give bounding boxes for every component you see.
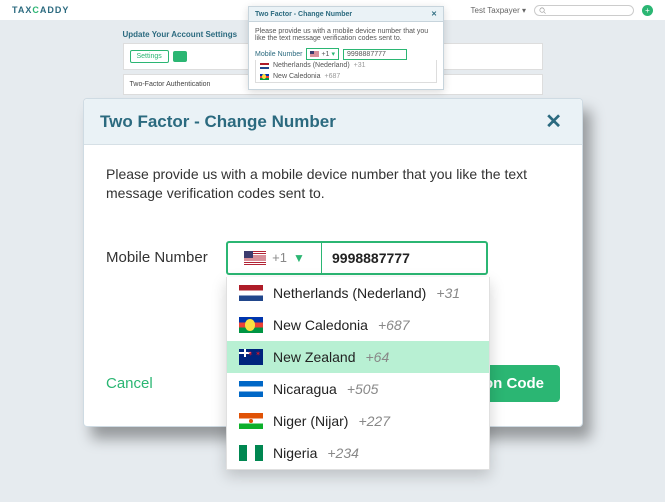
settings-chip[interactable] bbox=[173, 51, 187, 62]
settings-chip-outline[interactable]: Settings bbox=[130, 50, 169, 63]
us-flag-icon bbox=[244, 251, 266, 265]
country-dial-code: +31 bbox=[436, 285, 460, 301]
country-option[interactable]: Nicaragua +505 bbox=[227, 373, 489, 405]
nc-flag-icon bbox=[239, 317, 263, 333]
country-dial-code: +64 bbox=[366, 349, 390, 365]
nz-flag-icon bbox=[239, 349, 263, 365]
small-modal-close-icon[interactable]: ✕ bbox=[431, 10, 437, 18]
us-flag-icon bbox=[310, 51, 319, 57]
sm-country-option[interactable]: Netherlands (Nederland) +31 bbox=[256, 60, 436, 71]
country-name: New Caledonia bbox=[273, 317, 368, 333]
search-icon bbox=[539, 7, 546, 14]
country-dial-code: +234 bbox=[327, 445, 359, 461]
cancel-button[interactable]: Cancel bbox=[106, 375, 153, 392]
small-modal-title: Two Factor - Change Number bbox=[255, 11, 352, 18]
phone-input-group: +1 ▼ Netherlands (Nederland)+31New Caled… bbox=[226, 241, 488, 275]
modal-header: Two Factor - Change Number ✕ bbox=[84, 99, 582, 145]
twofa-label: Two-Factor Authentication bbox=[130, 81, 211, 88]
country-code-label: +1 bbox=[272, 250, 287, 265]
sm-country-code: +687 bbox=[324, 73, 340, 80]
small-modal-phone[interactable]: 9998887777 bbox=[343, 49, 407, 60]
country-name: Netherlands (Nederland) bbox=[273, 285, 426, 301]
ng-flag-icon bbox=[239, 445, 263, 461]
small-modal-code: +1 bbox=[321, 51, 329, 58]
brand-post: ADDY bbox=[40, 5, 70, 15]
sm-country-name: New Caledonia bbox=[273, 73, 320, 80]
country-name: Niger (Nijar) bbox=[273, 413, 348, 429]
sm-country-name: Netherlands (Nederland) bbox=[273, 62, 350, 69]
nc-flag-icon bbox=[260, 74, 269, 80]
country-code-selector[interactable]: +1 ▼ bbox=[228, 243, 322, 273]
chevron-down-icon: ▼ bbox=[293, 251, 305, 265]
user-menu[interactable]: Test Taxpayer ▾ bbox=[471, 6, 526, 15]
country-option[interactable]: Niger (Nijar) +227 bbox=[227, 405, 489, 437]
search-input[interactable] bbox=[534, 5, 634, 16]
small-modal-cc[interactable]: +1▾ bbox=[306, 48, 339, 60]
small-modal-mobile-label: Mobile Number bbox=[255, 51, 302, 58]
small-modal: Two Factor - Change Number ✕ Please prov… bbox=[248, 6, 444, 90]
country-option[interactable]: Netherlands (Nederland) +31 bbox=[227, 277, 489, 309]
brand-logo: TAXCADDY bbox=[12, 5, 69, 15]
country-dial-code: +227 bbox=[358, 413, 390, 429]
modal-title: Two Factor - Change Number bbox=[100, 112, 336, 132]
country-option[interactable]: Nigeria +234 bbox=[227, 437, 489, 469]
country-dropdown[interactable]: Netherlands (Nederland) +31 New Caledonia +… bbox=[226, 277, 490, 470]
user-menu-label: Test Taxpayer bbox=[471, 6, 520, 15]
country-name: New Zealand bbox=[273, 349, 356, 365]
country-dial-code: +505 bbox=[347, 381, 379, 397]
small-modal-header: Two Factor - Change Number ✕ bbox=[249, 7, 443, 22]
country-option[interactable]: New Zealand +64 bbox=[227, 341, 489, 373]
small-modal-dropdown: Netherlands (Nederland) +31New Caledonia… bbox=[255, 60, 437, 83]
ne-flag-icon bbox=[239, 413, 263, 429]
brand-pre: TAX bbox=[12, 5, 32, 15]
add-button[interactable]: + bbox=[642, 5, 653, 16]
sm-country-option[interactable]: New Caledonia +687 bbox=[256, 71, 436, 82]
country-name: Nigeria bbox=[273, 445, 317, 461]
country-dial-code: +687 bbox=[378, 317, 410, 333]
nl-flag-icon bbox=[239, 285, 263, 301]
phone-number-input[interactable] bbox=[322, 243, 482, 273]
brand-c: C bbox=[32, 5, 40, 15]
sm-country-code: +31 bbox=[354, 62, 366, 69]
nl-flag-icon bbox=[260, 63, 269, 69]
mobile-number-label: Mobile Number bbox=[106, 249, 218, 266]
modal-description: Please provide us with a mobile device n… bbox=[106, 165, 560, 203]
country-name: Nicaragua bbox=[273, 381, 337, 397]
country-option[interactable]: New Caledonia +687 bbox=[227, 309, 489, 341]
small-modal-desc: Please provide us with a mobile device n… bbox=[255, 28, 437, 42]
change-number-modal: Two Factor - Change Number ✕ Please prov… bbox=[83, 98, 583, 427]
ni-flag-icon bbox=[239, 381, 263, 397]
close-icon[interactable]: ✕ bbox=[541, 109, 566, 134]
